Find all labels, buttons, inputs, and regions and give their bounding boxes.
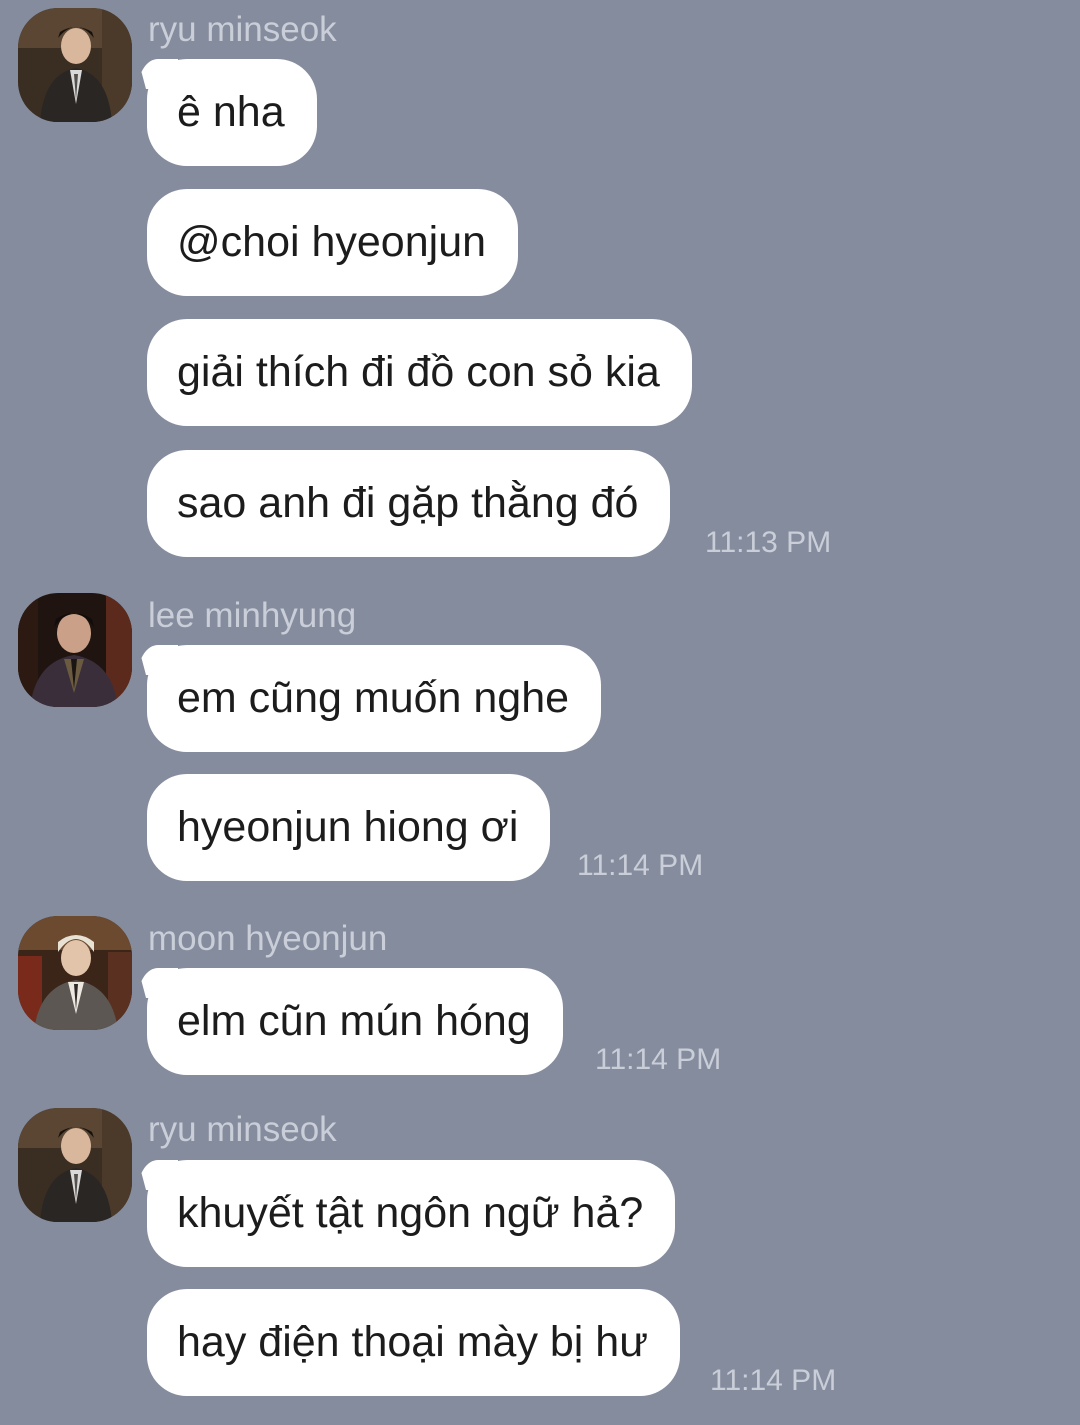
ryu-minseok-avatar-image bbox=[18, 8, 132, 122]
message-bubble[interactable]: sao anh đi gặp thằng đó bbox=[147, 450, 671, 557]
avatar[interactable] bbox=[18, 593, 132, 707]
avatar[interactable] bbox=[18, 1108, 132, 1222]
moon-hyeonjun-avatar-image bbox=[18, 916, 132, 1030]
sender-name: ryu minseok bbox=[148, 1110, 337, 1149]
sender-name: ryu minseok bbox=[148, 10, 337, 49]
sender-name: moon hyeonjun bbox=[148, 919, 388, 958]
ryu-minseok-avatar-image bbox=[18, 1108, 132, 1222]
message-bubble[interactable]: em cũng muốn nghe bbox=[147, 645, 602, 752]
message-bubble[interactable]: giải thích đi đồ con sỏ kia bbox=[147, 319, 692, 426]
avatar[interactable] bbox=[18, 8, 132, 122]
message-timestamp: 11:13 PM bbox=[705, 526, 832, 559]
message-timestamp: 11:14 PM bbox=[577, 849, 704, 882]
message-bubble[interactable]: khuyết tật ngôn ngữ hả? bbox=[147, 1160, 676, 1267]
message-bubble[interactable]: elm cũn mún hóng bbox=[147, 968, 563, 1075]
message-bubble[interactable]: @choi hyeonjun bbox=[147, 189, 519, 296]
message-timestamp: 11:14 PM bbox=[710, 1364, 837, 1397]
avatar[interactable] bbox=[18, 916, 132, 1030]
message-timestamp: 11:14 PM bbox=[595, 1043, 722, 1076]
message-bubble[interactable]: hay điện thoại mày bị hư bbox=[147, 1289, 681, 1396]
chat-message-list[interactable]: ryu minseok ê nha @choi hyeonjun giải th… bbox=[0, 0, 1080, 1425]
lee-minhyung-avatar-image bbox=[18, 593, 132, 707]
message-bubble[interactable]: hyeonjun hiong ơi bbox=[147, 774, 551, 881]
message-bubble[interactable]: ê nha bbox=[147, 59, 317, 166]
sender-name: lee minhyung bbox=[148, 596, 357, 635]
